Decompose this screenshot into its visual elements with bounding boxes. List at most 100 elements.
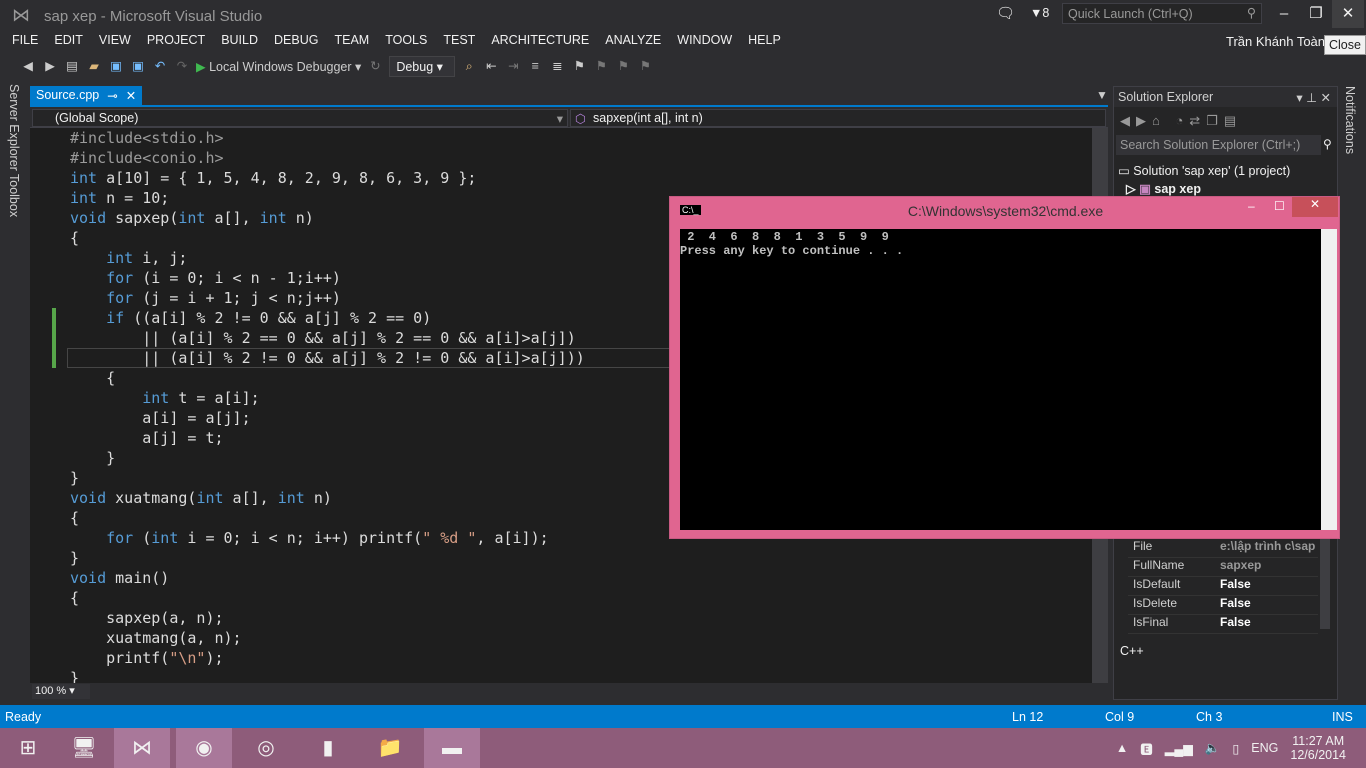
coccoc-browser-icon[interactable]: ◉ — [176, 728, 232, 768]
pin-icon[interactable]: ⊸ — [107, 88, 117, 104]
forward-icon[interactable]: ▶ — [42, 58, 58, 74]
code-line[interactable]: #include<stdio.h> — [70, 128, 585, 148]
bookmark-icon[interactable]: ⚑ — [571, 58, 587, 74]
solution-node[interactable]: ▭ Solution 'sap xep' (1 project) — [1118, 163, 1290, 178]
user-name[interactable]: Trần Khánh Toàn — [1226, 34, 1325, 49]
clock[interactable]: 11:27 AM 12/6/2014 — [1290, 734, 1346, 762]
new-project-icon[interactable]: ▤ — [64, 58, 80, 74]
code-line[interactable]: a[i] = a[j]; — [70, 408, 585, 428]
toolbox-tab[interactable]: Toolbox — [7, 174, 21, 217]
menu-help[interactable]: HELP — [740, 30, 789, 52]
indent-icon[interactable]: ⇥ — [505, 58, 521, 74]
code-line[interactable]: a[j] = t; — [70, 428, 585, 448]
zoom-dropdown[interactable]: 100 % ▾ — [32, 684, 90, 699]
tab-overflow-icon[interactable]: ▼ — [1096, 88, 1108, 102]
code-line[interactable]: } — [70, 468, 585, 488]
code-line[interactable]: for (i = 0; i < n - 1;i++) — [70, 268, 585, 288]
code-line[interactable]: xuatmang(a, n); — [70, 628, 585, 648]
code-line[interactable]: if ((a[i] % 2 != 0 && a[j] % 2 == 0) — [70, 308, 585, 328]
code-line[interactable]: int a[10] = { 1, 5, 4, 8, 2, 9, 8, 6, 3,… — [70, 168, 585, 188]
property-row[interactable]: IsDefault False — [1128, 577, 1318, 596]
redo-icon[interactable]: ↷ — [174, 58, 190, 74]
menu-project[interactable]: PROJECT — [139, 30, 213, 52]
scope-dropdown[interactable]: (Global Scope) ▾ — [32, 109, 568, 127]
find-icon[interactable]: ⌕ — [461, 58, 477, 74]
menu-tools[interactable]: TOOLS — [377, 30, 435, 52]
back-icon[interactable]: ◀ — [20, 58, 36, 74]
undo-icon[interactable]: ↶ — [152, 58, 168, 74]
code-line[interactable]: int i, j; — [70, 248, 585, 268]
notifications-tab[interactable]: Notifications — [1343, 86, 1357, 154]
prev-bookmark-icon[interactable]: ⚑ — [593, 58, 609, 74]
start-button[interactable]: ⊞ — [0, 728, 56, 768]
cmd-window[interactable]: C:\_ C:\Windows\system32\cmd.exe – ☐ ✕ 2… — [669, 196, 1340, 539]
menu-debug[interactable]: DEBUG — [266, 30, 326, 52]
refresh-icon[interactable]: ↻ — [367, 58, 383, 74]
property-row[interactable]: IsFinal False — [1128, 615, 1318, 634]
configuration-select[interactable]: Debug ▾ — [389, 55, 456, 77]
menu-window[interactable]: WINDOW — [669, 30, 740, 52]
close-tab-icon[interactable]: ✕ — [126, 88, 136, 104]
solution-search-input[interactable]: Search Solution Explorer (Ctrl+;) — [1116, 135, 1321, 155]
panel-controls[interactable]: ▾ ⊥ ✕ — [1296, 90, 1331, 105]
code-line[interactable]: { — [70, 228, 585, 248]
solution-explorer-toolbar[interactable]: ◀▶⌂ ◔⇄❐▤ — [1120, 113, 1242, 129]
battery-icon[interactable]: ▯ — [1232, 741, 1239, 756]
start-debugging-button[interactable]: ▶ Local Windows Debugger ▾ — [196, 59, 361, 74]
menu-team[interactable]: TEAM — [326, 30, 377, 52]
menu-architecture[interactable]: ARCHITECTURE — [483, 30, 597, 52]
chrome-icon[interactable]: ◎ — [238, 728, 294, 768]
code-line[interactable]: || (a[i] % 2 == 0 && a[j] % 2 == 0 && a[… — [70, 328, 585, 348]
code-line[interactable]: sapxep(a, n); — [70, 608, 585, 628]
save-all-icon[interactable]: ▣ — [130, 58, 146, 74]
code-line[interactable]: int n = 10; — [70, 188, 585, 208]
code-line[interactable]: int t = a[i]; — [70, 388, 585, 408]
network-icon[interactable]: ▂▄▆ — [1165, 741, 1193, 756]
uncomment-icon[interactable]: ≣ — [549, 58, 565, 74]
menu-analyze[interactable]: ANALYZE — [597, 30, 669, 52]
menu-edit[interactable]: EDIT — [46, 30, 90, 52]
member-dropdown[interactable]: ⬡ sapxep(int a[], int n) — [570, 109, 1106, 127]
explorer-computer-icon[interactable]: 🖥 — [56, 728, 112, 768]
code-line[interactable]: } — [70, 548, 585, 568]
save-icon[interactable]: ▣ — [108, 58, 124, 74]
cmd-taskbar-icon[interactable]: ▬ — [424, 728, 480, 768]
code-line[interactable]: printf("\n"); — [70, 648, 585, 668]
cmd-maximize-button[interactable]: ☐ — [1274, 199, 1285, 213]
code-line[interactable]: { — [70, 588, 585, 608]
notifications-filter[interactable]: ▼8 — [1030, 6, 1049, 20]
code-line[interactable]: { — [70, 508, 585, 528]
visual-studio-taskbar-icon[interactable]: ⋈ — [114, 728, 170, 768]
code-line[interactable]: for (int i = 0; i < n; i++) printf(" %d … — [70, 528, 585, 548]
tab-source-cpp[interactable]: Source.cpp ⊸ ✕ — [30, 86, 143, 106]
outdent-icon[interactable]: ⇤ — [483, 58, 499, 74]
minimize-button[interactable]: – — [1268, 0, 1300, 28]
server-explorer-tab[interactable]: Server Explorer — [7, 84, 21, 171]
show-hidden-icons[interactable]: ▲ — [1116, 741, 1128, 755]
property-row[interactable]: File e:\lập trình c\sap — [1128, 539, 1318, 558]
open-file-icon[interactable]: ▰ — [86, 58, 102, 74]
code-line[interactable]: } — [70, 448, 585, 468]
cmd-close-button[interactable]: ✕ — [1292, 197, 1338, 217]
project-node[interactable]: ▷ ▣ sap xep — [1126, 181, 1201, 196]
code-line[interactable]: void main() — [70, 568, 585, 588]
menu-test[interactable]: TEST — [435, 30, 483, 52]
code-line[interactable]: } — [70, 668, 585, 683]
file-explorer-icon[interactable]: 📁 — [362, 728, 418, 768]
feedback-icon[interactable]: 🗨 — [996, 4, 1015, 22]
property-row[interactable]: IsDelete False — [1128, 596, 1318, 615]
menu-view[interactable]: VIEW — [91, 30, 139, 52]
restore-button[interactable]: ❐ — [1300, 0, 1332, 28]
next-bookmark-icon[interactable]: ⚑ — [615, 58, 631, 74]
code-text[interactable]: #include<stdio.h> #include<conio.h> int a[… — [70, 128, 585, 683]
code-line[interactable]: #include<conio.h> — [70, 148, 585, 168]
language-indicator[interactable]: ENG — [1251, 741, 1278, 755]
cmd-minimize-button[interactable]: – — [1248, 199, 1255, 213]
search-icon[interactable]: ⚲ — [1323, 137, 1332, 151]
code-line[interactable]: for (j = i + 1; j < n;j++) — [70, 288, 585, 308]
menu-file[interactable]: FILE — [4, 30, 46, 52]
tray-app-icon[interactable]: 🅴 — [1140, 739, 1153, 758]
quick-launch-input[interactable]: Quick Launch (Ctrl+Q) ⚲ — [1062, 3, 1262, 24]
menu-build[interactable]: BUILD — [213, 30, 266, 52]
cmd-scrollbar[interactable] — [1321, 229, 1337, 530]
